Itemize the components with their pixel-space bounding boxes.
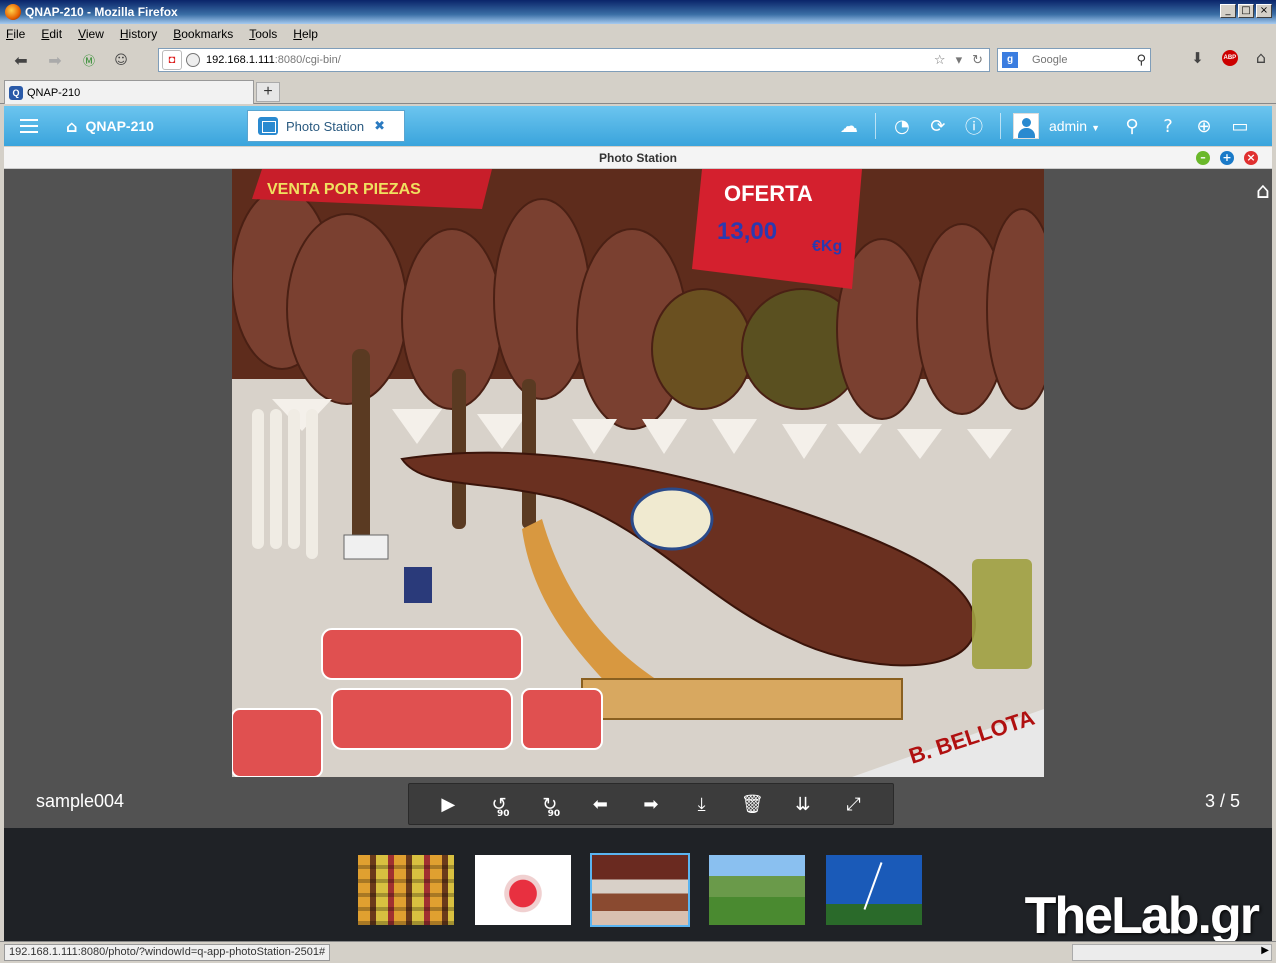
status-bar: 192.168.1.111:8080/photo/?windowId=q-app…: [0, 941, 1276, 963]
play-icon[interactable]: ▶: [430, 794, 466, 815]
tab-strip: Q QNAP-210 +: [0, 78, 1276, 104]
reload-icon[interactable]: ↻: [972, 53, 983, 68]
menu-history[interactable]: History: [120, 27, 157, 41]
house-icon: ⌂: [66, 116, 78, 136]
window-controls: _ □ ×: [1220, 4, 1272, 18]
app-title: Photo Station: [599, 150, 677, 165]
set-cover-icon[interactable]: ⇊: [785, 794, 821, 815]
menu-bar: File Edit View History Bookmarks Tools H…: [0, 24, 1276, 44]
adblock-icon[interactable]: ABP: [1221, 49, 1238, 66]
rotate-left-icon[interactable]: ↺ 90: [481, 794, 517, 819]
downloads-icon[interactable]: ⬇: [1191, 49, 1204, 67]
search-bar[interactable]: g ⚲: [997, 48, 1151, 72]
avatar[interactable]: [1012, 113, 1039, 139]
delete-trash-icon[interactable]: 🗑: [734, 794, 770, 815]
user-menu[interactable]: admin ▼: [1049, 118, 1100, 134]
new-tab-button[interactable]: +: [256, 82, 280, 102]
maximize-app-icon[interactable]: +: [1220, 151, 1234, 165]
thumbnail-bridge[interactable]: [826, 855, 922, 925]
photo-scene: VENTA POR PIEZAS OFERTA 13,00 €Kg B. BEL…: [232, 169, 1044, 777]
info-icon[interactable]: ⓘ: [956, 113, 992, 139]
address-bar[interactable]: ◘ 192.168.1.111:8080/cgi-bin/ ☆ ▾ ↻: [158, 48, 990, 72]
dropdown-icon[interactable]: ▾: [956, 53, 963, 68]
sign-oferta: OFERTA: [724, 181, 813, 206]
qnap-favicon-icon: Q: [9, 85, 23, 100]
tab-qnap[interactable]: Q QNAP-210: [4, 80, 254, 104]
menu-file[interactable]: File: [6, 27, 25, 41]
menu-edit[interactable]: Edit: [41, 27, 62, 41]
download-icon[interactable]: ⤓: [684, 794, 720, 815]
menu-bookmarks[interactable]: Bookmarks: [173, 27, 233, 41]
thumbnail-ham-selected[interactable]: [590, 853, 690, 927]
sign-price: 13,00: [717, 218, 777, 245]
thelab-watermark: TheLab.gr: [1024, 887, 1260, 945]
photo-station-icon: [258, 117, 278, 135]
menu-help[interactable]: Help: [293, 27, 318, 41]
language-globe-icon[interactable]: ⊕: [1186, 116, 1222, 137]
addon-m-icon[interactable]: Ⓜ: [76, 48, 102, 72]
thumbnail-balloons[interactable]: [709, 855, 805, 925]
app-window-titlebar: Photo Station – + ×: [4, 147, 1272, 169]
thumbnail-cake[interactable]: [475, 855, 571, 925]
back-icon[interactable]: ⬅: [8, 48, 34, 72]
url-text[interactable]: 192.168.1.111:8080/cgi-bin/: [206, 54, 341, 66]
cloud-icon[interactable]: ☁: [831, 116, 867, 137]
sign-venta: VENTA POR PIEZAS: [267, 181, 421, 198]
site-identity-icon[interactable]: ◘: [162, 50, 182, 70]
home-icon[interactable]: ⌂: [1256, 48, 1266, 67]
forward-icon[interactable]: ➡: [42, 48, 68, 72]
window-title: QNAP-210 - Mozilla Firefox: [25, 5, 178, 19]
search-icon[interactable]: ⚲: [1136, 53, 1146, 68]
thumbnail-strip: TheLab.gr: [4, 828, 1272, 945]
main-photo[interactable]: VENTA POR PIEZAS OFERTA 13,00 €Kg B. BEL…: [232, 169, 1044, 777]
photo-filename: sample004: [36, 791, 125, 811]
addon-monkey-icon[interactable]: ☺: [108, 48, 134, 72]
menu-tools[interactable]: Tools: [249, 27, 277, 41]
search-icon-qnap[interactable]: ⚲: [1114, 116, 1150, 137]
next-arrow-icon[interactable]: ➡: [633, 794, 669, 815]
fullscreen-icon[interactable]: ⤢: [836, 794, 872, 815]
minimize-button[interactable]: _: [1220, 4, 1236, 18]
help-icon[interactable]: ?: [1150, 116, 1186, 137]
sync-icon[interactable]: ⟳: [920, 116, 956, 137]
status-url: 192.168.1.111:8080/photo/?windowId=q-app…: [4, 944, 331, 961]
close-app-icon[interactable]: ×: [1244, 151, 1258, 165]
window-titlebar: QNAP-210 - Mozilla Firefox _ □ ×: [0, 0, 1276, 24]
rotate-right-icon[interactable]: ↻ 90: [532, 794, 568, 819]
viewer-controls: ▶ ↺ 90 ↻ 90 ⬅ ➡ ⤓ 🗑 ⇊ ⤢: [408, 783, 894, 825]
firefox-icon: [5, 4, 21, 20]
search-input[interactable]: [1032, 54, 1132, 66]
horizontal-scrollbar[interactable]: ▶: [1072, 944, 1272, 961]
viewer-home-icon[interactable]: ⌂: [1256, 179, 1270, 204]
menu-icon[interactable]: [4, 106, 54, 146]
photo-station-tab[interactable]: Photo Station ✖: [247, 110, 405, 142]
globe-icon: [186, 53, 200, 67]
sign-unit: €Kg: [812, 238, 842, 255]
bookmark-star-icon[interactable]: ☆: [934, 53, 946, 68]
qnap-home-button[interactable]: ⌂ QNAP-210: [54, 106, 244, 146]
minimize-app-icon[interactable]: –: [1196, 151, 1210, 165]
menu-view[interactable]: View: [78, 27, 104, 41]
close-tab-icon[interactable]: ✖: [374, 119, 385, 134]
navigation-toolbar: ⬅ ➡ Ⓜ ☺ ◘ 192.168.1.111:8080/cgi-bin/ ☆ …: [0, 44, 1276, 76]
qnap-header: ⌂ QNAP-210 Photo Station ✖ ☁ ◔ ⟳ ⓘ admin…: [4, 106, 1272, 146]
desktop-icon[interactable]: ▭: [1222, 116, 1258, 137]
close-window-button[interactable]: ×: [1256, 4, 1272, 18]
maximize-button[interactable]: □: [1238, 4, 1254, 18]
photo-counter: 3 / 5: [1204, 791, 1240, 811]
clock-icon[interactable]: ◔: [884, 116, 920, 137]
photo-viewer: VENTA POR PIEZAS OFERTA 13,00 €Kg B. BEL…: [4, 169, 1272, 828]
thumbnail-cookies[interactable]: [358, 855, 454, 925]
previous-arrow-icon[interactable]: ⬅: [582, 794, 618, 815]
google-icon[interactable]: g: [1002, 52, 1018, 68]
